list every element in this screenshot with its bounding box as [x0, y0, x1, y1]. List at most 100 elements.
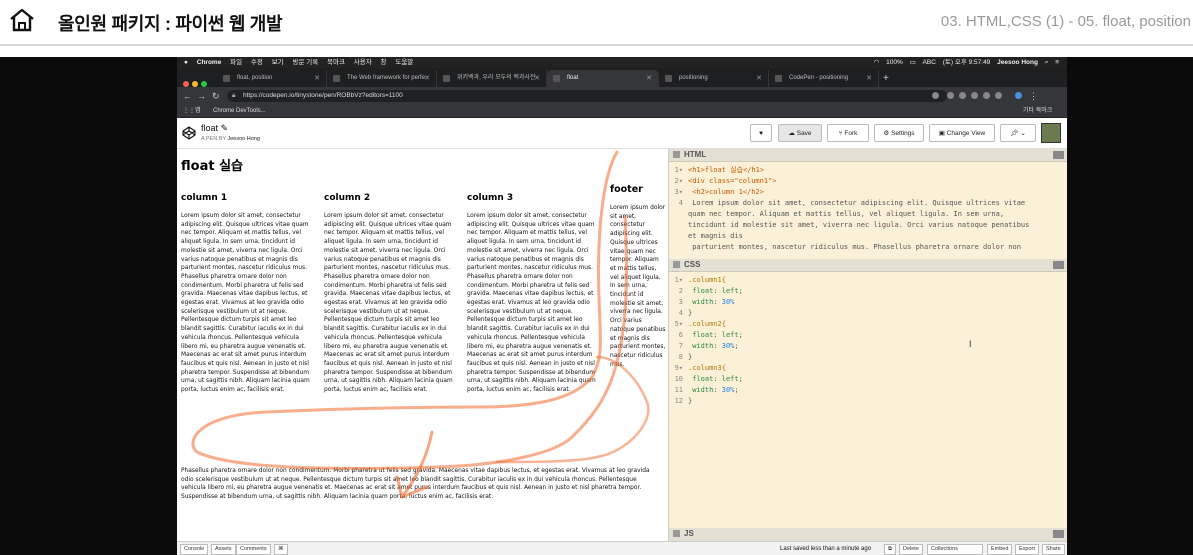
- share-button[interactable]: Share: [1042, 544, 1065, 555]
- extension-icon[interactable]: [971, 92, 978, 99]
- menu-item[interactable]: 방문 기록: [292, 57, 318, 68]
- column-text: Lorem ipsum dolor sit amet, consectetur …: [324, 213, 453, 394]
- avatar[interactable]: [1041, 123, 1061, 143]
- close-tab-icon[interactable]: ✕: [534, 70, 540, 87]
- column-1: column 1 Lorem ipsum dolor sit amet, con…: [181, 193, 314, 395]
- close-tab-icon[interactable]: ✕: [424, 70, 430, 87]
- code-line: 5▾ .column2{: [669, 319, 1067, 330]
- browser-tab[interactable]: The Web framework for perfe ✕: [327, 70, 437, 87]
- gear-icon[interactable]: [673, 530, 680, 537]
- extension-icon[interactable]: [995, 92, 1002, 99]
- home-icon[interactable]: [8, 7, 36, 33]
- fork-button[interactable]: ⑂ Fork: [827, 124, 869, 142]
- bookmark-other[interactable]: 기타 북마크: [1023, 105, 1052, 117]
- profile-icon[interactable]: [1015, 92, 1022, 99]
- keyboard-shortcuts-icon[interactable]: ⌘: [274, 544, 288, 555]
- menu-item[interactable]: 파일: [230, 57, 242, 68]
- close-tab-icon[interactable]: ✕: [756, 70, 762, 87]
- heart-button[interactable]: ♥: [750, 124, 772, 142]
- url-text: https://codepen.io/tinystone/pen/ROBbVz?…: [243, 92, 403, 99]
- input-source[interactable]: ABC: [923, 57, 936, 68]
- more-menu-icon[interactable]: ⋮: [1029, 90, 1038, 102]
- html-label: HTML: [684, 150, 707, 159]
- pin-dropdown-button[interactable]: 📌︎ ⌄: [1000, 124, 1036, 142]
- extension-icon[interactable]: [983, 92, 990, 99]
- apps-icon[interactable]: ⋮⋮: [183, 105, 195, 117]
- menu-item[interactable]: 사용자: [354, 57, 372, 68]
- apple-icon[interactable]: ●: [184, 57, 188, 68]
- code-line: 2▾ <div class="column1">: [674, 177, 777, 185]
- bookmark-star-icon[interactable]: [932, 92, 939, 99]
- css-editor-header[interactable]: CSS: [669, 259, 1067, 272]
- gear-icon[interactable]: [673, 151, 680, 158]
- close-tab-icon[interactable]: ✕: [646, 70, 652, 87]
- menu-item[interactable]: 창: [381, 57, 387, 68]
- browser-tab[interactable]: positioning ✕: [659, 70, 769, 87]
- js-editor-header[interactable]: JS: [669, 528, 1067, 542]
- css-code[interactable]: 1▾ .column1{2 float: left; 3 width: 30% 4} 5…: [669, 275, 1067, 415]
- menu-list-icon[interactable]: ≡: [1055, 57, 1059, 68]
- delete-button[interactable]: Delete: [899, 544, 923, 555]
- favicon-icon: [775, 75, 782, 82]
- export-button[interactable]: Export: [1015, 544, 1039, 555]
- bookmark-devtools[interactable]: Chrome DevTools...: [213, 105, 266, 117]
- code-line: et magnis dis: [688, 232, 743, 240]
- bookmark-apps[interactable]: 앱: [195, 105, 201, 117]
- close-tab-icon[interactable]: ✕: [866, 70, 872, 87]
- html-editor-header[interactable]: HTML: [669, 149, 1067, 162]
- save-label: Save: [796, 130, 812, 137]
- preview-heading: float 실습: [181, 159, 243, 174]
- tab-label: float: [567, 75, 579, 81]
- embed-button[interactable]: Embed: [987, 544, 1013, 555]
- extension-icon[interactable]: [959, 92, 966, 99]
- wifi-icon[interactable]: ◠: [874, 57, 880, 68]
- browser-tab[interactable]: 위키백과, 우리 모두의 백과사전 ✕: [437, 70, 547, 87]
- code-text: .column1{: [688, 276, 726, 284]
- comments-button[interactable]: Comments: [236, 544, 271, 555]
- chevron-down-icon[interactable]: [1053, 530, 1064, 538]
- save-button[interactable]: ☁ Save: [778, 124, 822, 142]
- reload-icon[interactable]: ↻: [212, 90, 220, 102]
- clock[interactable]: (토) 오후 9:57:49: [943, 57, 991, 68]
- back-icon[interactable]: ←: [183, 90, 192, 102]
- preview-footer-bar: Console Assets Comments ⌘: [177, 541, 666, 555]
- html-code[interactable]: 1▾ <h1>float 실습</h1> 2▾ <div class="column…: [669, 165, 1067, 255]
- forward-icon[interactable]: →: [197, 90, 206, 102]
- address-bar[interactable]: 🔒︎ https://codepen.io/tinystone/pen/ROBb…: [227, 90, 947, 102]
- settings-button[interactable]: ⚙ Settings: [874, 124, 924, 142]
- menu-item[interactable]: 도움말: [395, 57, 413, 68]
- close-tab-icon[interactable]: ✕: [314, 70, 320, 87]
- menu-item[interactable]: 수정: [251, 57, 263, 68]
- console-button[interactable]: Console: [180, 544, 209, 555]
- column-heading: column 1: [181, 193, 228, 203]
- open-external-icon[interactable]: ⧉: [884, 544, 896, 555]
- browser-tab-strip: float, position ✕ The Web framework for p…: [177, 68, 1067, 87]
- video-screen: ● Chrome 파일 수정 보기 방문 기록 북마크 사용자 창 도움말 ◠ …: [177, 57, 1067, 555]
- menu-item[interactable]: 북마크: [327, 57, 345, 68]
- pen-title[interactable]: float ✎: [201, 123, 228, 134]
- collections-select[interactable]: Collections: [927, 544, 983, 555]
- menu-app[interactable]: Chrome: [197, 57, 222, 68]
- gear-icon[interactable]: [673, 261, 680, 268]
- menu-item[interactable]: 보기: [272, 57, 284, 68]
- css-label: CSS: [684, 260, 701, 269]
- code-text: float: left;: [692, 331, 743, 339]
- column-2: column 2 Lorem ipsum dolor sit amet, con…: [324, 193, 457, 395]
- browser-tab[interactable]: float, position ✕: [217, 70, 327, 87]
- battery-icon[interactable]: ▭: [910, 57, 916, 68]
- search-icon[interactable]: ⌕: [1045, 57, 1049, 68]
- extension-icon[interactable]: [947, 92, 954, 99]
- new-tab-icon[interactable]: +: [883, 70, 889, 87]
- user-name[interactable]: Jeesoo Hong: [997, 57, 1038, 68]
- chevron-down-icon[interactable]: [1053, 261, 1064, 269]
- browser-tab[interactable]: CodePen - positioning ✕: [769, 70, 879, 87]
- chevron-down-icon[interactable]: [1053, 151, 1064, 159]
- code-line: 1▾ .column1{: [669, 275, 1067, 286]
- edit-pencil-icon[interactable]: ✎: [221, 123, 229, 133]
- codepen-logo-icon[interactable]: [182, 126, 196, 140]
- browser-tab-active[interactable]: float ✕: [547, 70, 659, 87]
- assets-button[interactable]: Assets: [211, 544, 236, 555]
- editor-footer-bar: Last saved less than a minute ago ⧉ Dele…: [666, 541, 1067, 555]
- change-view-button[interactable]: ▣ Change View: [929, 124, 995, 142]
- author-name[interactable]: Jeesoo Hong: [228, 136, 260, 142]
